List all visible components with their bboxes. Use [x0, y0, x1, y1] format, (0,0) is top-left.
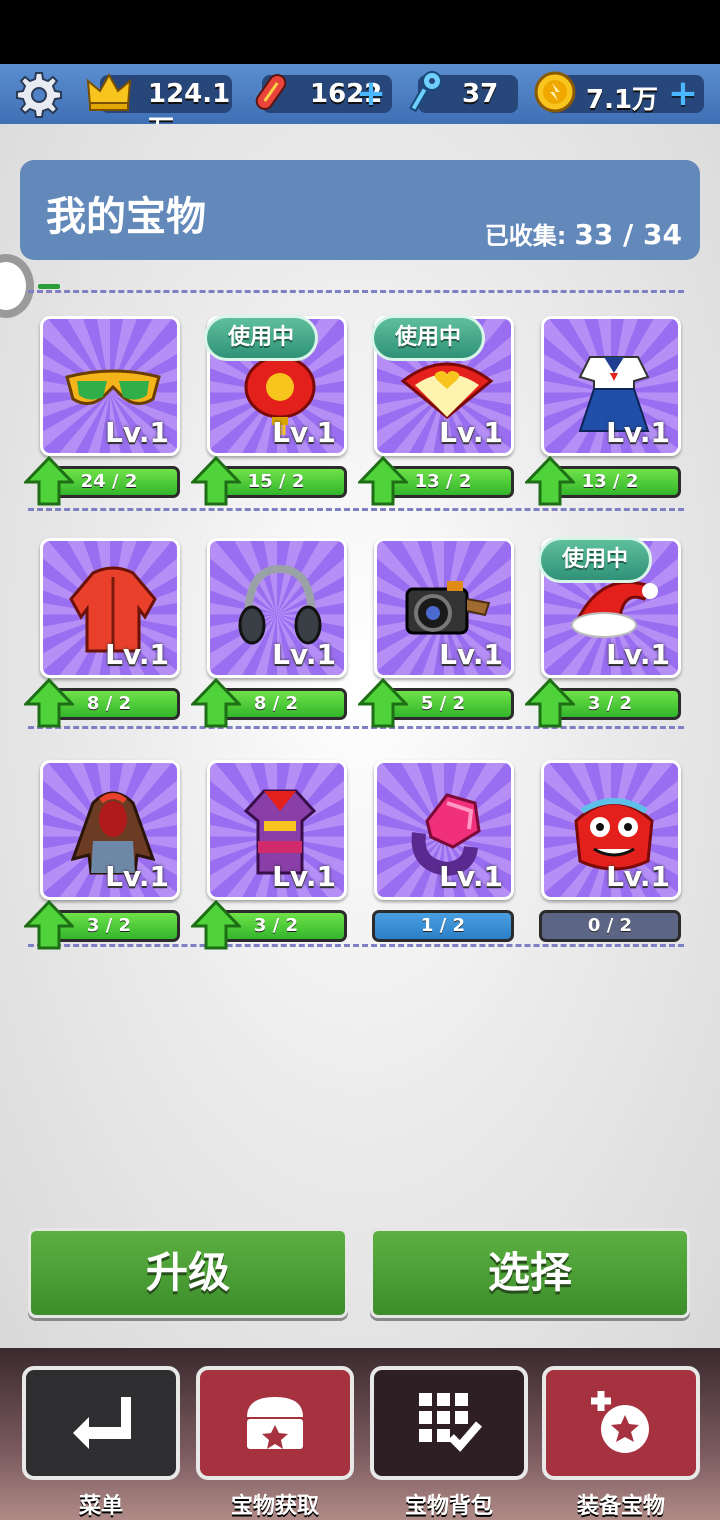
treasure-level: Lv.1	[105, 860, 169, 893]
hoverboard-icon	[255, 73, 287, 111]
shelf-divider	[28, 290, 684, 293]
bottom-nav: 菜单 宝物获取 宝物背包 装备宝物	[0, 1348, 720, 1520]
treasure-card[interactable]: Lv.1	[374, 760, 514, 900]
treasure-card[interactable]: Lv.1 使用中	[538, 537, 681, 678]
nav-menu-label: 菜单	[78, 1494, 123, 1519]
top-resource-bar: 124.1万 1622 + 37 7.1万 +	[0, 64, 720, 145]
nav-backpack-button[interactable]	[370, 1366, 528, 1480]
upgrade-arrow-icon	[358, 456, 408, 506]
add-boards-button[interactable]: +	[356, 73, 386, 114]
upgrade-arrow-icon	[525, 678, 575, 728]
treasure-card[interactable]: Lv.1	[40, 538, 180, 678]
treasure-level: Lv.1	[606, 860, 670, 893]
treasure-level: Lv.1	[272, 860, 336, 893]
treasure-card[interactable]: Lv.1 使用中	[371, 315, 514, 456]
upgrade-arrow-icon	[24, 678, 74, 728]
upgrade-button[interactable]: 升级	[28, 1228, 348, 1318]
nav-menu-button[interactable]	[22, 1366, 180, 1480]
treasure-level: Lv.1	[105, 416, 169, 449]
grid-check-icon	[419, 1393, 483, 1452]
side-drawer-handle[interactable]	[0, 254, 34, 318]
treasure-header: 我的宝物 已收集: 33 / 34	[20, 160, 700, 260]
settings-gear-icon[interactable]	[14, 70, 64, 120]
in-use-badge: 使用中	[538, 537, 652, 583]
trophy-counter: 124.1万	[86, 72, 232, 145]
chest-icon	[247, 1397, 303, 1449]
treasure-card[interactable]: Lv.1	[40, 760, 180, 900]
handle-indicator	[38, 284, 60, 289]
upgrade-arrow-icon	[191, 678, 241, 728]
treasure-card[interactable]: Lv.1	[207, 538, 347, 678]
shelf-divider	[28, 944, 684, 947]
treasure-level: Lv.1	[272, 638, 336, 671]
collected-value: 33 / 34	[574, 218, 682, 251]
coin-icon	[534, 71, 576, 113]
shelf-divider	[28, 726, 684, 729]
upgrade-arrow-icon	[191, 456, 241, 506]
nav-obtain-label: 宝物获取	[230, 1494, 319, 1519]
page-title: 我的宝物	[46, 194, 206, 240]
crown-icon	[86, 72, 132, 111]
collected-label: 已收集:	[484, 222, 567, 250]
upgrade-arrow-icon	[24, 900, 74, 950]
treasure-card[interactable]: Lv.1	[374, 538, 514, 678]
nav-equip-label: 装备宝物	[576, 1494, 665, 1519]
treasure-level: Lv.1	[606, 638, 670, 671]
in-use-badge: 使用中	[371, 315, 485, 361]
key-icon	[409, 71, 442, 113]
equip-treasure-icon	[591, 1391, 649, 1453]
upgrade-arrow-icon	[525, 456, 575, 506]
coin-counter: 7.1万 +	[534, 71, 704, 115]
treasure-level: Lv.1	[439, 638, 503, 671]
treasure-card[interactable]: Lv.1	[40, 316, 180, 456]
in-use-badge: 使用中	[204, 315, 318, 361]
nav-equip-button[interactable]	[542, 1366, 700, 1480]
return-icon	[73, 1397, 131, 1449]
upgrade-arrow-icon	[191, 900, 241, 950]
treasure-card[interactable]: Lv.1	[541, 316, 681, 456]
treasure-level: Lv.1	[606, 416, 670, 449]
coin-value: 7.1万	[586, 85, 659, 115]
treasure-level: Lv.1	[439, 860, 503, 893]
treasure-card[interactable]: Lv.1	[541, 760, 681, 900]
upgrade-arrow-icon	[24, 456, 74, 506]
upgrade-progress-bar: 0 / 2	[539, 910, 681, 942]
select-button[interactable]: 选择	[370, 1228, 690, 1318]
board-counter: 1622 +	[255, 73, 392, 114]
nav-obtain-button[interactable]	[196, 1366, 354, 1480]
status-bar	[0, 0, 720, 64]
upgrade-progress-bar: 1 / 2	[372, 910, 514, 942]
shelf-divider	[28, 508, 684, 511]
collected-count: 已收集: 33 / 34	[485, 216, 682, 251]
nav-backpack-label: 宝物背包	[404, 1494, 493, 1519]
key-value: 37	[462, 79, 499, 109]
treasure-card[interactable]: Lv.1	[207, 760, 347, 900]
treasure-card[interactable]: Lv.1 使用中	[204, 315, 347, 456]
treasure-level: Lv.1	[439, 416, 503, 449]
treasure-panel: 我的宝物 已收集: 33 / 34 Lv.1 24 / 2 Lv.1 使用中 15 / 2…	[0, 124, 720, 1348]
treasure-level: Lv.1	[272, 416, 336, 449]
upgrade-arrow-icon	[358, 678, 408, 728]
add-coins-button[interactable]: +	[668, 73, 698, 114]
treasure-level: Lv.1	[105, 638, 169, 671]
key-counter: 37	[409, 71, 518, 113]
